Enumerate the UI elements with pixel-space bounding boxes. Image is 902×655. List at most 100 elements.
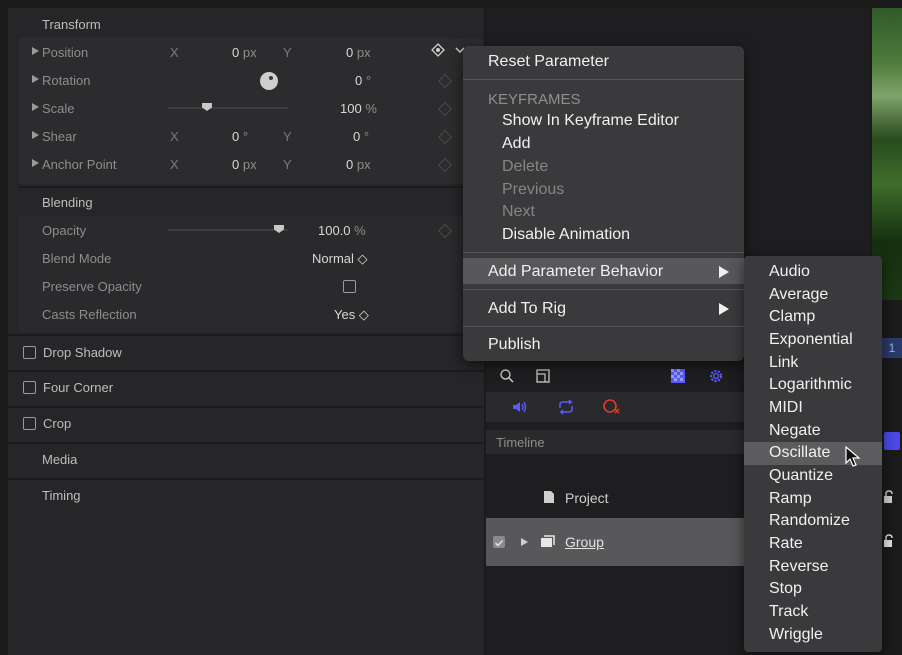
blending-title: Blending bbox=[42, 195, 93, 210]
submenu-item[interactable]: Clamp bbox=[769, 308, 815, 326]
submenu-item[interactable]: Ramp bbox=[769, 490, 812, 508]
group-label[interactable]: Group bbox=[565, 534, 604, 550]
rotation-value[interactable]: 0 ° bbox=[355, 73, 371, 88]
blend-mode-popup[interactable]: Normal ◇ bbox=[312, 251, 368, 267]
submenu-item[interactable]: MIDI bbox=[769, 399, 803, 417]
menu-item-reset-parameter[interactable]: Reset Parameter bbox=[488, 53, 609, 71]
submenu-item[interactable]: Rate bbox=[769, 535, 803, 553]
shear-y-value[interactable]: 0 ° bbox=[353, 129, 369, 144]
settings-gear-icon[interactable] bbox=[708, 368, 724, 389]
scale-slider-track[interactable] bbox=[168, 107, 288, 109]
submenu-item[interactable]: Exponential bbox=[769, 331, 853, 349]
keyframe-diamond-icon[interactable] bbox=[437, 101, 453, 117]
menu-item-show-in-keyframe-editor[interactable]: Show In Keyframe Editor bbox=[502, 112, 679, 130]
menu-item-add-to-rig[interactable]: Add To Rig bbox=[488, 300, 566, 318]
mask-checker-icon[interactable] bbox=[670, 368, 686, 389]
menu-item-disable-animation[interactable]: Disable Animation bbox=[502, 226, 630, 244]
param-label: Casts Reflection bbox=[42, 307, 137, 322]
section-label: Drop Shadow bbox=[43, 345, 122, 360]
submenu-item[interactable]: Reverse bbox=[769, 558, 829, 576]
submenu-item[interactable]: Audio bbox=[769, 263, 810, 281]
submenu-arrow-icon bbox=[719, 266, 729, 278]
param-label: Anchor Point bbox=[42, 157, 117, 172]
opacity-slider-track[interactable] bbox=[168, 229, 288, 231]
keyframe-diamond-icon[interactable] bbox=[437, 129, 453, 145]
mouse-cursor-icon bbox=[845, 445, 861, 473]
keyframe-diamond-icon[interactable] bbox=[431, 43, 445, 60]
menu-separator bbox=[463, 289, 744, 290]
submenu-item[interactable]: Randomize bbox=[769, 512, 850, 530]
position-x-value[interactable]: 0 px bbox=[232, 45, 257, 60]
submenu-item[interactable]: Track bbox=[769, 603, 808, 621]
keyframe-diamond-icon[interactable] bbox=[437, 73, 453, 89]
menu-separator bbox=[463, 252, 744, 253]
section-label: Timing bbox=[42, 488, 81, 503]
param-row-scale[interactable]: Scale 100 % bbox=[18, 94, 484, 122]
crop-checkbox[interactable] bbox=[23, 417, 36, 430]
scale-value[interactable]: 100 % bbox=[340, 101, 377, 116]
audio-speaker-icon[interactable] bbox=[511, 399, 529, 420]
param-row-casts-reflection[interactable]: Casts Reflection Yes ◇ bbox=[18, 300, 484, 328]
menu-separator bbox=[463, 79, 744, 80]
scale-slider-thumb[interactable] bbox=[202, 103, 212, 111]
disclosure-triangle-icon[interactable] bbox=[32, 75, 39, 83]
drop-shadow-section[interactable]: Drop Shadow bbox=[8, 338, 484, 366]
lock-icon[interactable] bbox=[882, 534, 894, 553]
axis-x-label: X bbox=[170, 45, 179, 60]
disclosure-triangle-icon[interactable] bbox=[32, 103, 39, 111]
param-row-preserve-opacity[interactable]: Preserve Opacity bbox=[18, 272, 484, 300]
submenu-item[interactable]: Average bbox=[769, 286, 828, 304]
menu-separator bbox=[463, 326, 744, 327]
search-icon[interactable] bbox=[499, 368, 515, 389]
param-row-anchor-point[interactable]: Anchor Point X 0 px Y 0 px bbox=[18, 150, 484, 178]
disclosure-triangle-icon[interactable] bbox=[32, 47, 39, 55]
submenu-item[interactable]: Wriggle bbox=[769, 626, 823, 644]
param-row-opacity[interactable]: Opacity 100.0 % bbox=[18, 216, 484, 244]
submenu-item[interactable]: Quantize bbox=[769, 467, 833, 485]
opacity-value[interactable]: 100.0 % bbox=[318, 223, 366, 238]
shear-x-value[interactable]: 0 ° bbox=[232, 129, 248, 144]
preserve-opacity-checkbox[interactable] bbox=[343, 280, 356, 293]
keyframe-diamond-icon[interactable] bbox=[437, 223, 453, 239]
rotation-dial[interactable] bbox=[260, 72, 278, 90]
disclosure-triangle-icon[interactable] bbox=[521, 538, 528, 546]
disclosure-triangle-icon[interactable] bbox=[32, 131, 39, 139]
four-corner-section[interactable]: Four Corner bbox=[8, 373, 484, 401]
menu-item-add-keyframe[interactable]: Add bbox=[502, 135, 530, 153]
loop-icon[interactable] bbox=[556, 399, 576, 420]
anchor-x-value[interactable]: 0 px bbox=[232, 157, 257, 172]
submenu-item[interactable]: Logarithmic bbox=[769, 376, 852, 394]
axis-x-label: X bbox=[170, 129, 179, 144]
lock-icon[interactable] bbox=[882, 490, 894, 509]
timeline-label: Timeline bbox=[496, 435, 545, 450]
transform-section-header[interactable]: Transform bbox=[8, 10, 484, 38]
record-icon[interactable] bbox=[602, 398, 622, 421]
group-enable-checkbox[interactable] bbox=[493, 536, 505, 548]
thumbnail-toggle-icon[interactable] bbox=[535, 368, 551, 389]
position-y-value[interactable]: 0 px bbox=[346, 45, 371, 60]
param-row-rotation[interactable]: Rotation 0 ° bbox=[18, 66, 484, 94]
media-section[interactable]: Media bbox=[8, 445, 484, 473]
crop-section[interactable]: Crop bbox=[8, 409, 484, 437]
layer-number-badge: 1 bbox=[882, 338, 902, 358]
submenu-item[interactable]: Stop bbox=[769, 580, 802, 598]
anchor-y-value[interactable]: 0 px bbox=[346, 157, 371, 172]
menu-item-previous-keyframe: Previous bbox=[502, 181, 565, 198]
section-label: Four Corner bbox=[43, 380, 114, 395]
opacity-slider-thumb[interactable] bbox=[274, 225, 284, 233]
drop-shadow-checkbox[interactable] bbox=[23, 346, 36, 359]
keyframe-diamond-icon[interactable] bbox=[437, 157, 453, 173]
disclosure-triangle-icon[interactable] bbox=[32, 159, 39, 167]
param-row-shear[interactable]: Shear X 0 ° Y 0 ° bbox=[18, 122, 484, 150]
menu-item-publish[interactable]: Publish bbox=[488, 336, 540, 354]
param-row-blend-mode[interactable]: Blend Mode Normal ◇ bbox=[18, 244, 484, 272]
submenu-item[interactable]: Link bbox=[769, 354, 798, 372]
param-row-position[interactable]: Position X 0 px Y 0 px bbox=[18, 38, 484, 66]
casts-reflection-popup[interactable]: Yes ◇ bbox=[334, 307, 369, 323]
submenu-item-highlighted[interactable]: Oscillate bbox=[769, 444, 830, 462]
submenu-item[interactable]: Negate bbox=[769, 422, 821, 440]
timing-section[interactable]: Timing bbox=[8, 481, 484, 509]
blending-section-header[interactable]: Blending bbox=[8, 188, 484, 216]
menu-item-add-parameter-behavior[interactable]: Add Parameter Behavior bbox=[488, 263, 663, 281]
four-corner-checkbox[interactable] bbox=[23, 381, 36, 394]
